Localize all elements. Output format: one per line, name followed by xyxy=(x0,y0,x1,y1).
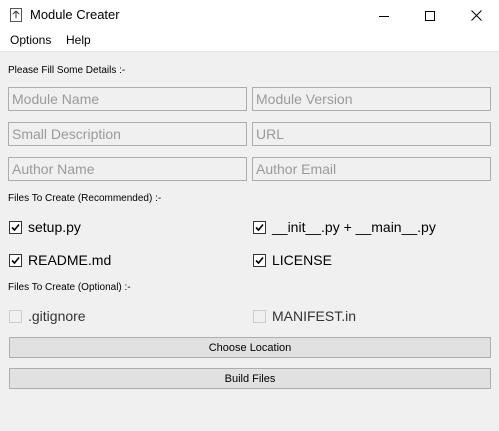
minimize-button[interactable] xyxy=(361,0,407,31)
checkbox-label: MANIFEST.in xyxy=(272,308,357,324)
checkbox-label: README.md xyxy=(28,252,112,268)
module-version-input[interactable] xyxy=(252,87,491,111)
module-name-input[interactable] xyxy=(8,87,247,111)
optional-heading: Files To Create (Optional) :- xyxy=(8,282,131,293)
checkbox-checked-icon xyxy=(253,253,266,267)
minimize-icon xyxy=(379,15,389,17)
menu-bar: Options Help xyxy=(0,31,499,52)
close-icon xyxy=(470,10,482,21)
url-input[interactable] xyxy=(252,122,491,146)
checkbox-label: setup.py xyxy=(28,219,81,235)
choose-location-button[interactable]: Choose Location xyxy=(9,337,491,358)
license-checkbox[interactable]: LICENSE xyxy=(253,250,332,270)
maximize-button[interactable] xyxy=(407,0,453,31)
gitignore-checkbox[interactable]: .gitignore xyxy=(9,306,86,326)
checkbox-label: __init__.py + __main__.py xyxy=(272,219,436,235)
checkbox-unchecked-icon xyxy=(9,309,22,323)
app-upload-icon xyxy=(10,8,22,22)
readme-md-checkbox[interactable]: README.md xyxy=(9,250,111,270)
checkbox-label: LICENSE xyxy=(272,252,332,268)
setup-py-checkbox[interactable]: setup.py xyxy=(9,217,81,237)
author-email-input[interactable] xyxy=(252,157,491,181)
checkbox-checked-icon xyxy=(9,220,22,234)
small-description-input[interactable] xyxy=(8,122,247,146)
build-files-button[interactable]: Build Files xyxy=(9,368,491,389)
details-heading: Please Fill Some Details :- xyxy=(8,65,126,76)
checkbox-unchecked-icon xyxy=(253,309,266,323)
title-bar[interactable]: Module Creater xyxy=(0,0,499,31)
manifest-in-checkbox[interactable]: MANIFEST.in xyxy=(253,306,356,326)
checkbox-label: .gitignore xyxy=(28,308,86,324)
recommended-heading: Files To Create (Recommended) :- xyxy=(8,193,162,204)
window-title: Module Creater xyxy=(30,7,120,22)
menu-options[interactable]: Options xyxy=(8,33,53,47)
menu-help[interactable]: Help xyxy=(64,33,93,47)
checkbox-checked-icon xyxy=(253,220,266,234)
maximize-icon xyxy=(425,10,435,21)
checkbox-checked-icon xyxy=(9,253,22,267)
init-main-py-checkbox[interactable]: __init__.py + __main__.py xyxy=(253,217,436,237)
close-button[interactable] xyxy=(453,0,499,31)
author-name-input[interactable] xyxy=(8,157,247,181)
